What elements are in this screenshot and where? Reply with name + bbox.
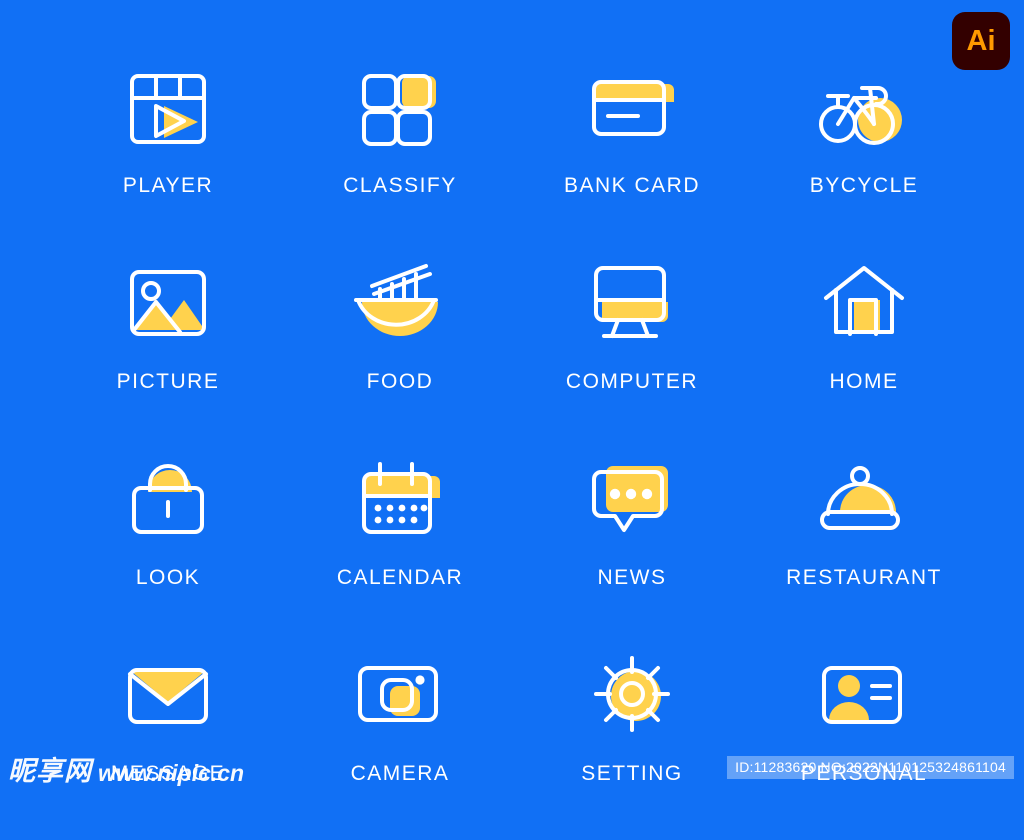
icon-cell-home[interactable]: HOME <box>748 252 980 448</box>
envelope-icon[interactable] <box>113 644 223 748</box>
watermark-chinese-text: 昵享网 <box>8 756 92 787</box>
camera-icon[interactable] <box>345 644 455 748</box>
icon-label-classify: CLASSIFY <box>343 174 457 197</box>
icon-set-canvas: Ai PLAYER CLASSIFY BANK CARD BYCYCLE PIC… <box>0 0 1024 793</box>
icon-cell-bycycle[interactable]: BYCYCLE <box>748 56 980 252</box>
icon-cell-message[interactable]: MESSAGE <box>52 644 284 840</box>
icon-label-calendar: CALENDAR <box>336 566 464 589</box>
icon-cell-food[interactable]: FOOD <box>284 252 516 448</box>
icon-label-food: FOOD <box>366 370 434 393</box>
id-card-person-icon[interactable] <box>809 644 919 748</box>
calendar-icon[interactable] <box>345 448 455 552</box>
icon-label-home: HOME <box>829 370 899 393</box>
icon-label-bycycle: BYCYCLE <box>809 174 919 197</box>
icon-label-bank-card: BANK CARD <box>563 174 701 197</box>
media-player-icon[interactable] <box>113 56 223 160</box>
desktop-monitor-icon[interactable] <box>577 252 687 356</box>
icon-label-picture: PICTURE <box>116 370 220 393</box>
credit-card-icon[interactable] <box>577 56 687 160</box>
icon-cell-classify[interactable]: CLASSIFY <box>284 56 516 252</box>
icon-label-camera: CAMERA <box>350 762 450 785</box>
four-squares-grid-icon[interactable] <box>345 56 455 160</box>
icon-cell-player[interactable]: PLAYER <box>52 56 284 252</box>
icon-cell-news[interactable]: NEWS <box>516 448 748 644</box>
icon-label-setting: SETTING <box>581 762 683 785</box>
icon-label-restaurant: RESTAURANT <box>786 566 942 589</box>
icon-label-player: PLAYER <box>122 174 214 197</box>
icon-cell-computer[interactable]: COMPUTER <box>516 252 748 448</box>
watermark-url-text: www.nipic.cn <box>98 759 245 786</box>
speech-bubble-ellipsis-icon[interactable] <box>577 448 687 552</box>
icon-cell-setting[interactable]: SETTING <box>516 644 748 840</box>
icon-label-computer: COMPUTER <box>565 370 699 393</box>
house-icon[interactable] <box>809 252 919 356</box>
icon-cell-look[interactable]: LOOK <box>52 448 284 644</box>
icon-cell-bank-card[interactable]: BANK CARD <box>516 56 748 252</box>
icon-cell-restaurant[interactable]: RESTAURANT <box>748 448 980 644</box>
padlock-icon[interactable] <box>113 448 223 552</box>
adobe-illustrator-label: Ai <box>966 24 996 57</box>
icon-cell-picture[interactable]: PICTURE <box>52 252 284 448</box>
noodle-bowl-chopsticks-icon[interactable] <box>345 252 455 356</box>
icon-grid: PLAYER CLASSIFY BANK CARD BYCYCLE PICTUR… <box>52 56 982 840</box>
site-watermark: 昵享网 www.nipic.cn <box>8 758 244 785</box>
bicycle-icon[interactable] <box>809 56 919 160</box>
cloche-food-dome-icon[interactable] <box>809 448 919 552</box>
icon-cell-personal[interactable]: PERSONAL <box>748 644 980 840</box>
icon-label-look: LOOK <box>135 566 201 589</box>
gear-sun-settings-icon[interactable] <box>577 644 687 748</box>
icon-cell-calendar[interactable]: CALENDAR <box>284 448 516 644</box>
icon-cell-camera[interactable]: CAMERA <box>284 644 516 840</box>
icon-label-news: NEWS <box>597 566 667 589</box>
asset-id-watermark: ID:11283620 NO:2022N110125324861104 <box>727 756 1014 779</box>
photo-landscape-icon[interactable] <box>113 252 223 356</box>
